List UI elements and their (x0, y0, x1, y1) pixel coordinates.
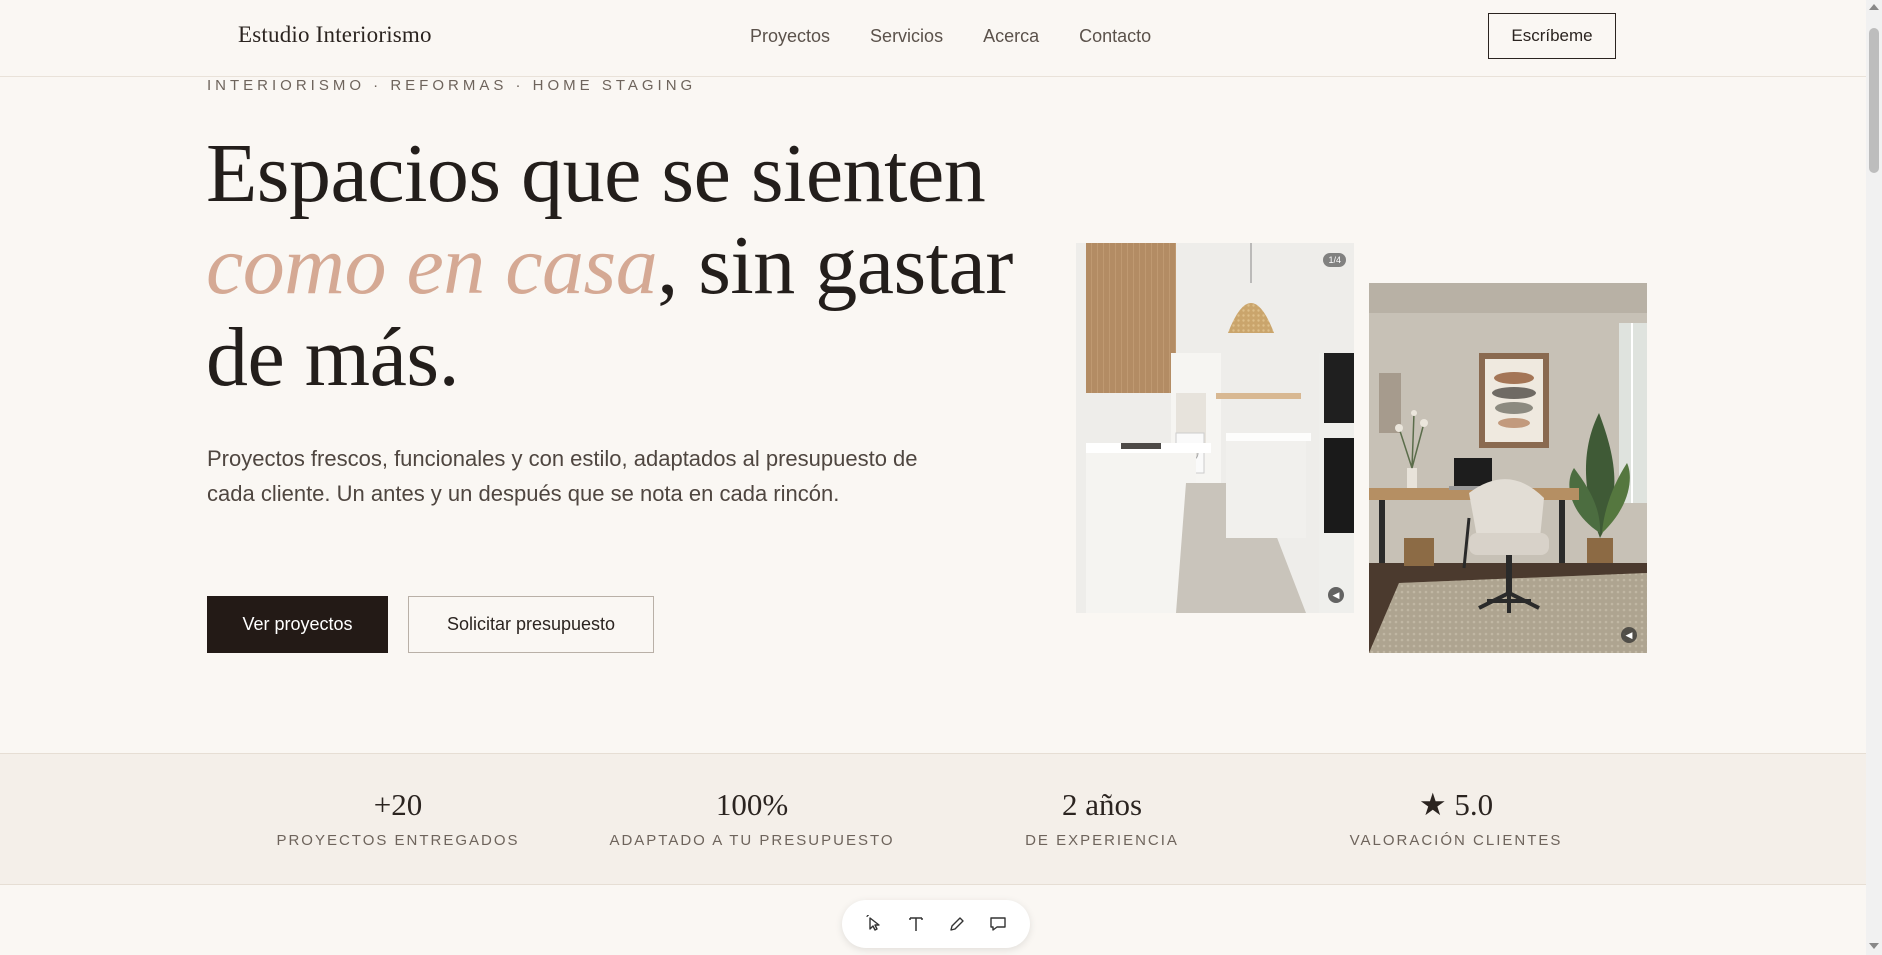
office-photo[interactable]: ◀ (1369, 283, 1647, 653)
hero-headline: Espacios que se sienten como en casa, si… (206, 128, 1066, 404)
main-nav: Proyectos Servicios Acerca Contacto (750, 26, 1151, 47)
headline-line-1: Espacios que se sienten (206, 127, 986, 220)
stat-value: 2 años (1061, 787, 1143, 822)
text-icon[interactable] (902, 910, 930, 938)
scroll-up-icon[interactable] (1869, 4, 1879, 10)
stat-rating: ★ 5.0 VALORACIÓN CLIENTES (1280, 787, 1632, 850)
stat-label: VALORACIÓN CLIENTES (1349, 832, 1563, 849)
sound-icon[interactable]: ◀ (1621, 627, 1637, 643)
stat-value: +20 (373, 787, 423, 822)
select-icon[interactable] (861, 910, 889, 938)
view-projects-button[interactable]: Ver proyectos (207, 596, 388, 653)
comment-icon[interactable] (984, 910, 1012, 938)
headline-line-2-rest: , sin gastar (657, 219, 1013, 312)
scroll-down-icon[interactable] (1869, 943, 1879, 949)
stats-band: +20 PROYECTOS ENTREGADOS 100% ADAPTADO A… (0, 753, 1866, 885)
kitchen-illustration (1076, 243, 1354, 613)
office-illustration (1369, 283, 1647, 653)
nav-link-contacto[interactable]: Contacto (1079, 26, 1151, 47)
stat-budget: 100% ADAPTADO A TU PRESUPUESTO (576, 787, 928, 850)
stat-projects: +20 PROYECTOS ENTREGADOS (222, 787, 574, 850)
hero-eyebrow: INTERIORISMO · REFORMAS · HOME STAGING (207, 77, 697, 94)
page-scrollbar[interactable] (1866, 0, 1882, 955)
stat-label: DE EXPERIENCIA (1025, 832, 1179, 849)
contact-cta-button[interactable]: Escríbeme (1488, 13, 1616, 59)
floating-toolbar (842, 900, 1030, 948)
scrollbar-thumb[interactable] (1869, 28, 1879, 173)
photo-counter-badge: 1/4 (1323, 253, 1346, 267)
stat-value: ★ 5.0 (1418, 787, 1494, 822)
stat-label: ADAPTADO A TU PRESUPUESTO (609, 832, 895, 849)
nav-link-proyectos[interactable]: Proyectos (750, 26, 830, 47)
headline-accent: como en casa (206, 219, 658, 312)
stat-experience: 2 años DE EXPERIENCIA (926, 787, 1278, 850)
headline-line-3: de más. (206, 311, 460, 404)
kitchen-photo[interactable]: 1/4 ◀ (1076, 243, 1354, 613)
pen-icon[interactable] (943, 910, 971, 938)
nav-link-acerca[interactable]: Acerca (983, 26, 1039, 47)
hero-lead: Proyectos frescos, funcionales y con est… (207, 446, 918, 506)
request-quote-button[interactable]: Solicitar presupuesto (408, 596, 654, 653)
stat-label: PROYECTOS ENTREGADOS (276, 832, 520, 849)
site-header: Estudio Interiorismo Proyectos Servicios… (0, 0, 1866, 77)
stat-value: 100% (715, 787, 789, 822)
sound-icon[interactable]: ◀ (1328, 587, 1344, 603)
nav-link-servicios[interactable]: Servicios (870, 26, 943, 47)
brand-logo[interactable]: Estudio Interiorismo (238, 22, 432, 48)
